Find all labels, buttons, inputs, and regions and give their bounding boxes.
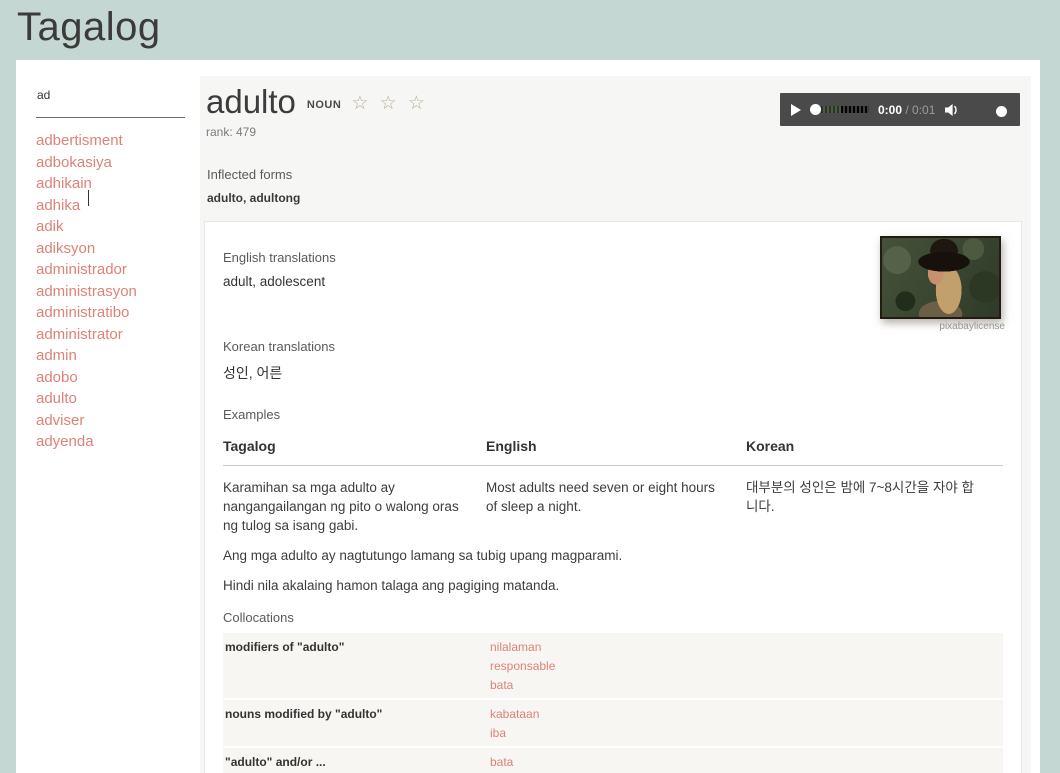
audio-separator: / bbox=[902, 103, 912, 117]
collocation-group-label: "adulto" and/or ... bbox=[225, 753, 490, 772]
main-panel: adbertisment adbokasiya adhikain adhika … bbox=[16, 60, 1040, 773]
word-list-item[interactable]: adbertisment bbox=[36, 130, 200, 152]
entry-card: pixabaylicense English translations adul… bbox=[204, 221, 1022, 773]
word-list-item[interactable]: adik bbox=[36, 216, 200, 238]
inflected-forms-label: Inflected forms bbox=[207, 167, 1031, 182]
page-title: Tagalog bbox=[17, 0, 1060, 54]
collocation-links: bata bbox=[490, 753, 1003, 772]
word-list-item[interactable]: adiksyon bbox=[36, 238, 200, 260]
collocation-link[interactable]: bata bbox=[490, 676, 1003, 695]
sidebar: adbertisment adbokasiya adhikain adhika … bbox=[16, 60, 200, 773]
collocation-link[interactable]: bata bbox=[490, 753, 1003, 772]
rank-label: rank: 479 bbox=[206, 125, 1031, 139]
entry-photo bbox=[880, 236, 1001, 319]
part-of-speech-badge: NOUN bbox=[307, 99, 341, 111]
word-list: adbertisment adbokasiya adhikain adhika … bbox=[36, 130, 200, 453]
example-tagalog: Hindi nila akalaing hamon talaga ang pag… bbox=[223, 578, 559, 593]
play-icon[interactable] bbox=[791, 104, 801, 116]
example-korean: 대부분의 성인은 밤에 7~8시간을 자야 합니다. bbox=[746, 478, 1003, 535]
examples-col-english: English bbox=[486, 438, 746, 454]
star-rating[interactable]: ☆ ☆ ☆ bbox=[351, 92, 428, 115]
example-row: Ang mga adulto ay nagtutungo lamang sa t… bbox=[223, 546, 1003, 565]
example-row: Karamihan sa mga adulto ay nangangailang… bbox=[223, 466, 1003, 535]
example-english: Most adults need seven or eight hours of… bbox=[486, 478, 746, 535]
word-list-item[interactable]: adbokasiya bbox=[36, 152, 200, 174]
collocation-group: nouns modified by "adulto" kabataan iba bbox=[223, 700, 1003, 748]
word-list-item[interactable]: adyenda bbox=[36, 431, 200, 453]
word-list-item[interactable]: adviser bbox=[36, 410, 200, 432]
collocation-group: modifiers of "adulto" nilalaman responsa… bbox=[223, 633, 1003, 700]
progress-thumb[interactable] bbox=[810, 104, 821, 115]
korean-translations-section: Korean translations 성인, 어른 bbox=[223, 339, 1003, 383]
collocation-group: "adulto" and/or ... bata bbox=[223, 748, 1003, 773]
examples-header-row: Tagalog English Korean bbox=[223, 438, 1003, 466]
audio-current-time: 0:00 bbox=[878, 103, 902, 117]
collocation-link[interactable]: iba bbox=[490, 724, 1003, 743]
inflected-forms-value: adulto, adultong bbox=[207, 191, 1031, 205]
word-list-item[interactable]: adhikain bbox=[36, 173, 200, 195]
word-list-item[interactable]: admin bbox=[36, 345, 200, 367]
audio-duration: 0:01 bbox=[912, 103, 935, 117]
audio-time: 0:00 / 0:01 bbox=[878, 103, 935, 117]
example-tagalog: Ang mga adulto ay nagtutungo lamang sa t… bbox=[223, 548, 622, 563]
examples-label: Examples bbox=[223, 407, 1003, 422]
audio-player: 0:00 / 0:01 bbox=[780, 93, 1020, 126]
photo-caption[interactable]: pixabaylicense bbox=[880, 321, 1005, 332]
word-list-item[interactable]: administratibo bbox=[36, 302, 200, 324]
collocation-link[interactable]: responsable bbox=[490, 657, 1003, 676]
korean-translations-value: 성인, 어른 bbox=[223, 363, 1003, 383]
word-list-item[interactable]: administrador bbox=[36, 259, 200, 281]
entry-figure: pixabaylicense bbox=[880, 236, 1005, 332]
speaker-icon[interactable] bbox=[944, 103, 961, 117]
collocations-table: modifiers of "adulto" nilalaman responsa… bbox=[223, 633, 1003, 773]
progress-track-remaining bbox=[841, 106, 869, 113]
collocation-link[interactable]: kabataan bbox=[490, 705, 1003, 724]
headword: adulto bbox=[206, 82, 296, 122]
collocation-links: kabataan iba bbox=[490, 705, 1003, 743]
search-input[interactable] bbox=[36, 88, 185, 118]
word-list-item-adulto[interactable]: adulto bbox=[36, 388, 200, 410]
korean-translations-label: Korean translations bbox=[223, 339, 1003, 354]
audio-progress-bar[interactable] bbox=[810, 104, 869, 115]
example-row: Hindi nila akalaing hamon talaga ang pag… bbox=[223, 576, 1003, 595]
word-list-item[interactable]: administrasyon bbox=[36, 281, 200, 303]
collocation-group-label: nouns modified by "adulto" bbox=[225, 705, 490, 743]
collocations-label: Collocations bbox=[223, 610, 1003, 625]
volume-thumb[interactable] bbox=[996, 106, 1007, 117]
inflected-forms-section: Inflected forms adulto, adultong bbox=[207, 167, 1031, 205]
site-header: Tagalog bbox=[0, 0, 1060, 60]
text-cursor bbox=[88, 190, 89, 206]
example-tagalog: Karamihan sa mga adulto ay nangangailang… bbox=[223, 478, 486, 535]
examples-col-tagalog: Tagalog bbox=[223, 438, 486, 454]
entry-content: adulto NOUN ☆ ☆ ☆ rank: 479 0:00 / 0:01 bbox=[200, 76, 1031, 773]
collocation-group-label: modifiers of "adulto" bbox=[225, 638, 490, 695]
word-list-item[interactable]: adobo bbox=[36, 367, 200, 389]
word-list-item[interactable]: adhika bbox=[36, 195, 200, 217]
progress-track-played bbox=[819, 106, 841, 113]
collocation-links: nilalaman responsable bata bbox=[490, 638, 1003, 695]
examples-col-korean: Korean bbox=[746, 438, 1003, 454]
word-list-item[interactable]: administrator bbox=[36, 324, 200, 346]
collocation-link[interactable]: nilalaman bbox=[490, 638, 1003, 657]
